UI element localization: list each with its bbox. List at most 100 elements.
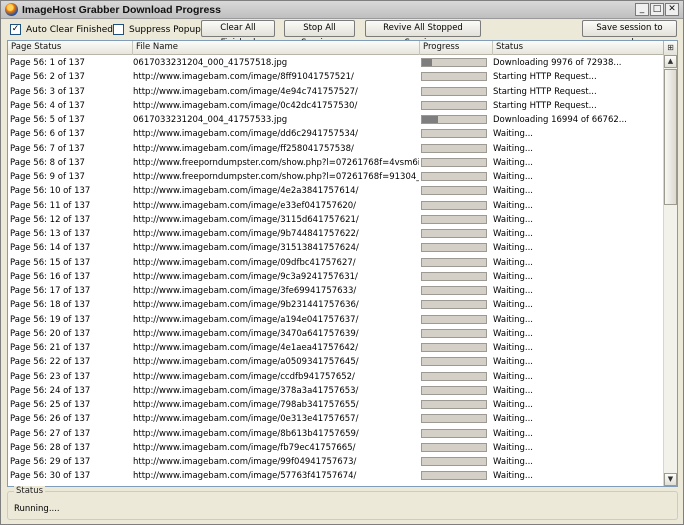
scroll-up-arrow-icon[interactable]: ▲ (664, 55, 677, 68)
minimize-button[interactable]: _ (635, 3, 649, 16)
progress-bar (421, 172, 487, 181)
table-row[interactable]: Page 56: 27 of 137 http://www.imagebam.co… (8, 427, 665, 441)
file-name-cell: http://www.imagebam.com/image/0c42dc4175… (133, 100, 358, 111)
page-status-cell: Page 56: 16 of 137 (10, 271, 91, 282)
auto-clear-finished-label: Auto Clear Finished (26, 24, 114, 35)
download-progress-window: ImageHost Grabber Download Progress _ □ … (0, 0, 684, 525)
page-status-cell: Page 56: 1 of 137 (10, 58, 85, 68)
status-group: Status Running.... (7, 486, 678, 520)
status-cell: Waiting... (493, 471, 534, 482)
checkbox-check-icon[interactable]: ✓ (10, 24, 21, 35)
stop-all-sessions-button[interactable]: Stop All Sessions (284, 20, 355, 48)
table-row[interactable]: Page 56: 13 of 137 http://www.imagebam.co… (8, 227, 665, 241)
file-name-cell: http://www.imagebam.com/image/8b613b4175… (133, 428, 359, 439)
table-row[interactable]: Page 56: 14 of 137 http://www.imagebam.co… (8, 241, 665, 255)
column-header-progress[interactable]: Progress (420, 41, 493, 55)
progress-bar (421, 286, 487, 295)
table-row[interactable]: Page 56: 26 of 137 http://www.imagebam.co… (8, 412, 665, 426)
table-row[interactable]: Page 56: 22 of 137 http://www.imagebam.co… (8, 355, 665, 369)
file-name-cell: http://www.imagebam.com/image/fb79ec4175… (133, 442, 356, 453)
page-status-cell: Page 56: 19 of 137 (10, 314, 91, 325)
checkbox-box-icon[interactable] (113, 24, 124, 35)
table-row[interactable]: Page 56: 24 of 137 http://www.imagebam.co… (8, 384, 665, 398)
table-row[interactable]: Page 56: 7 of 137 http://www.imagebam.com… (8, 142, 665, 156)
table-row[interactable]: Page 56: 15 of 137 http://www.imagebam.co… (8, 256, 665, 270)
file-name-cell: http://www.imagebam.com/image/a194e04175… (133, 314, 359, 325)
column-header-page-status[interactable]: Page Status (8, 41, 133, 55)
download-list[interactable]: Page Status File Name Progress Status ⊞ … (7, 40, 678, 487)
progress-bar (421, 300, 487, 310)
scroll-down-arrow-icon[interactable]: ▼ (664, 473, 677, 486)
status-cell: Waiting... (493, 343, 534, 353)
progress-bar (421, 428, 487, 438)
file-name-cell: http://www.imagebam.com/image/a050934175… (133, 357, 359, 368)
status-legend: Status (14, 486, 46, 496)
table-row[interactable]: Page 56: 19 of 137 http://www.imagebam.co… (8, 313, 665, 327)
status-cell: Waiting... (493, 328, 534, 339)
page-status-cell: Page 56: 13 of 137 (10, 229, 91, 239)
table-row[interactable]: Page 56: 5 of 137 0617033231204_004_41757… (8, 113, 665, 127)
progress-bar (421, 214, 487, 224)
table-row[interactable]: Page 56: 29 of 137 http://www.imagebam.co… (8, 455, 665, 469)
table-row[interactable]: Page 56: 12 of 137 http://www.imagebam.co… (8, 213, 665, 227)
scrollbar-thumb[interactable] (664, 69, 677, 205)
table-row[interactable]: Page 56: 6 of 137 http://www.imagebam.com… (8, 127, 665, 141)
maximize-button[interactable]: □ (650, 3, 664, 16)
table-row[interactable]: Page 56: 8 of 137 http://www.freeporndump… (8, 156, 665, 170)
progress-bar (421, 271, 487, 281)
table-row[interactable]: Page 56: 25 of 137 http://www.imagebam.co… (8, 398, 665, 412)
file-name-cell: http://www.imagebam.com/image/09dfbc4175… (133, 257, 356, 268)
table-row[interactable]: Page 56: 18 of 137 http://www.imagebam.co… (8, 298, 665, 312)
progress-bar-fill (422, 116, 438, 123)
status-cell: Waiting... (493, 400, 534, 410)
firefox-icon (5, 3, 18, 16)
status-cell: Waiting... (493, 428, 534, 439)
status-cell: Waiting... (493, 129, 534, 140)
status-cell: Waiting... (493, 442, 534, 453)
progress-bar (421, 229, 487, 238)
page-status-cell: Page 56: 26 of 137 (10, 414, 91, 425)
table-row[interactable]: Page 56: 3 of 137 http://www.imagebam.com… (8, 85, 665, 99)
page-status-cell: Page 56: 7 of 137 (10, 143, 85, 154)
table-row[interactable]: Page 56: 28 of 137 http://www.imagebam.co… (8, 441, 665, 455)
table-row[interactable]: Page 56: 9 of 137 http://www.freeporndump… (8, 170, 665, 184)
status-cell: Waiting... (493, 229, 534, 239)
revive-all-stopped-sessions-button[interactable]: Revive All Stopped Sessions (365, 20, 481, 48)
save-session-to-cache-button[interactable]: Save session to cache (582, 20, 677, 48)
table-row[interactable]: Page 56: 23 of 137 http://www.imagebam.co… (8, 370, 665, 384)
suppress-popup-label: Suppress Popup (129, 24, 201, 35)
file-name-cell: http://www.imagebam.com/image/99f0494175… (133, 457, 357, 467)
file-name-cell: http://www.imagebam.com/image/4e1aea4175… (133, 343, 359, 353)
table-row[interactable]: Page 56: 21 of 137 http://www.imagebam.co… (8, 341, 665, 355)
column-header-file-name[interactable]: File Name (133, 41, 420, 55)
close-button[interactable]: ✕ (665, 3, 679, 16)
progress-bar (421, 471, 487, 481)
table-row[interactable]: Page 56: 16 of 137 http://www.imagebam.co… (8, 270, 665, 284)
file-name-cell: http://www.imagebam.com/image/9b23144175… (133, 300, 359, 311)
file-name-cell: http://www.imagebam.com/image/0e313e4175… (133, 414, 359, 425)
suppress-popup-checkbox[interactable]: Suppress Popup (113, 23, 201, 36)
table-row[interactable]: Page 56: 1 of 137 0617033231204_000_41757… (8, 56, 665, 70)
file-name-cell: http://www.imagebam.com/image/4e2a384175… (133, 186, 359, 197)
table-row[interactable]: Page 56: 30 of 137 http://www.imagebam.co… (8, 469, 665, 483)
status-cell: Waiting... (493, 172, 534, 182)
table-row[interactable]: Page 56: 2 of 137 http://www.imagebam.com… (8, 70, 665, 84)
page-status-cell: Page 56: 27 of 137 (10, 428, 91, 439)
column-picker-icon[interactable]: ⊞ (663, 41, 677, 55)
title-bar[interactable]: ImageHost Grabber Download Progress _ □ … (1, 1, 683, 19)
table-row[interactable]: Page 56: 10 of 137 http://www.imagebam.co… (8, 184, 665, 198)
file-name-cell: http://www.imagebam.com/image/9b74484175… (133, 229, 359, 239)
table-row[interactable]: Page 56: 4 of 137 http://www.imagebam.com… (8, 99, 665, 113)
progress-bar (421, 86, 487, 96)
column-header-status[interactable]: Status (493, 41, 665, 55)
toolbar: ✓ Auto Clear Finished Suppress Popup Cle… (1, 19, 683, 48)
table-row[interactable]: Page 56: 17 of 137 http://www.imagebam.co… (8, 284, 665, 298)
page-status-cell: Page 56: 30 of 137 (10, 471, 91, 482)
table-row[interactable]: Page 56: 11 of 137 http://www.imagebam.co… (8, 199, 665, 213)
clear-all-finished-button[interactable]: Clear All Finished (201, 20, 275, 48)
table-row[interactable]: Page 56: 20 of 137 http://www.imagebam.co… (8, 327, 665, 341)
vertical-scrollbar[interactable]: ▲ ▼ (663, 55, 677, 486)
auto-clear-finished-checkbox[interactable]: ✓ Auto Clear Finished (10, 23, 113, 36)
progress-bar (421, 414, 487, 424)
progress-bar (421, 257, 487, 267)
